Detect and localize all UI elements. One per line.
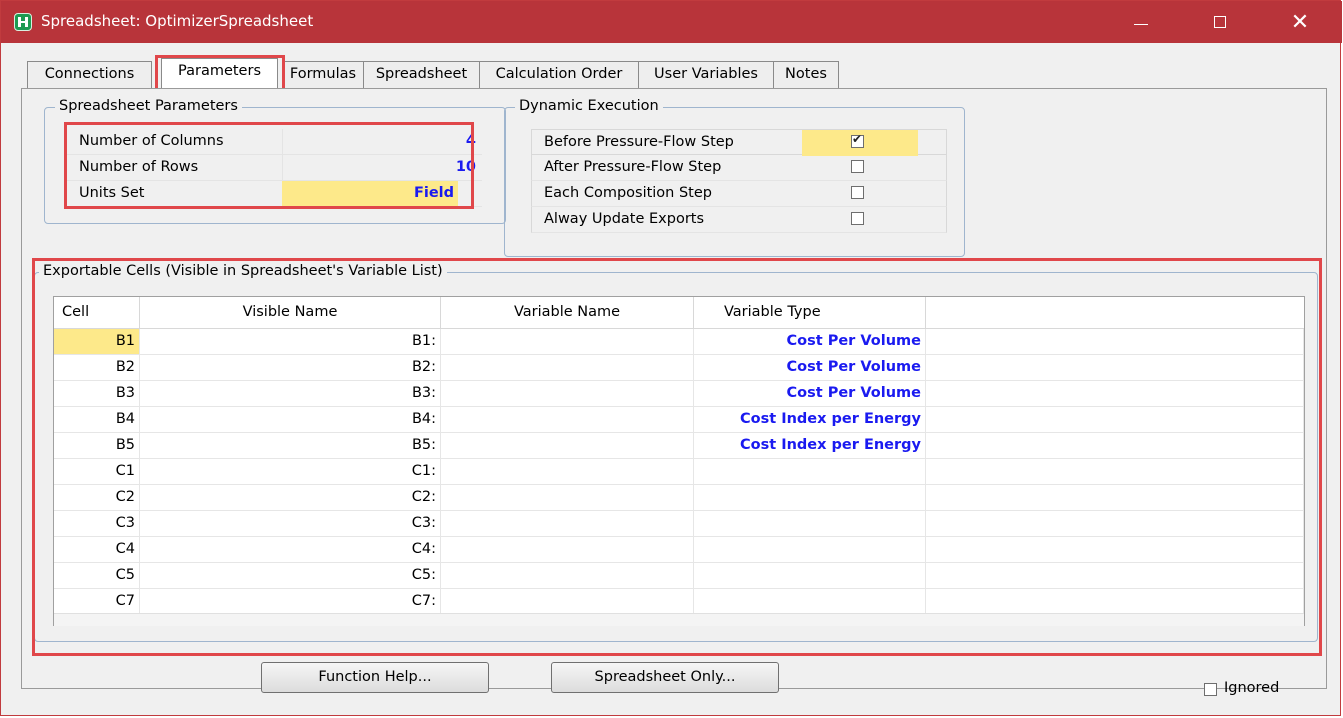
execution-row[interactable]: Before Pressure-Flow Step — [531, 129, 947, 156]
tab-spreadsheet[interactable]: Spreadsheet — [363, 61, 480, 88]
ignored-checkbox[interactable] — [1204, 683, 1217, 696]
execution-row[interactable]: After Pressure-Flow Step — [531, 155, 947, 181]
tab-connections[interactable]: Connections — [27, 61, 152, 88]
tab-formulas[interactable]: Formulas — [282, 61, 364, 88]
minimize-icon — [1134, 23, 1148, 25]
dynamic-execution-title: Dynamic Execution — [515, 98, 663, 114]
tab-user-variables[interactable]: User Variables — [638, 61, 774, 88]
minimize-button[interactable] — [1112, 1, 1170, 43]
dynamic-execution-group: Dynamic Execution Before Pressure-Flow S… — [504, 98, 965, 257]
parameters-page: Spreadsheet Parameters Number of Columns… — [21, 88, 1327, 689]
tab-calculation-order[interactable]: Calculation Order — [479, 61, 639, 88]
execution-label: Before Pressure-Flow Step — [544, 134, 734, 150]
window-title: Spreadsheet: OptimizerSpreadsheet — [41, 12, 314, 30]
execution-toggle-cell[interactable] — [802, 130, 918, 156]
app-icon — [14, 13, 32, 31]
spreadsheet-only-button[interactable]: Spreadsheet Only... — [551, 662, 779, 693]
parameters-highlight — [64, 122, 474, 209]
spreadsheet-window: Spreadsheet: OptimizerSpreadsheet ✕ Conn… — [0, 0, 1342, 716]
tab-notes[interactable]: Notes — [773, 61, 839, 88]
execution-label: Each Composition Step — [544, 185, 712, 201]
ignored-label: Ignored — [1224, 680, 1280, 696]
before-pressure-flow-checkbox[interactable] — [851, 132, 864, 148]
execution-row[interactable]: Alway Update Exports — [531, 207, 947, 233]
execution-label: After Pressure-Flow Step — [544, 159, 722, 175]
always-update-exports-checkbox[interactable] — [851, 212, 864, 225]
spreadsheet-parameters-title: Spreadsheet Parameters — [55, 98, 242, 114]
execution-label: Alway Update Exports — [544, 211, 705, 227]
close-button[interactable]: ✕ — [1271, 1, 1329, 43]
maximize-button[interactable] — [1191, 1, 1249, 43]
execution-row[interactable]: Each Composition Step — [531, 181, 947, 207]
maximize-icon — [1214, 16, 1226, 28]
close-icon: ✕ — [1290, 9, 1310, 35]
after-pressure-flow-checkbox[interactable] — [851, 160, 864, 173]
title-bar[interactable]: Spreadsheet: OptimizerSpreadsheet ✕ — [1, 1, 1342, 43]
exportable-cells-highlight — [32, 258, 1322, 656]
function-help-button[interactable]: Function Help... — [261, 662, 489, 693]
each-composition-checkbox[interactable] — [851, 186, 864, 199]
